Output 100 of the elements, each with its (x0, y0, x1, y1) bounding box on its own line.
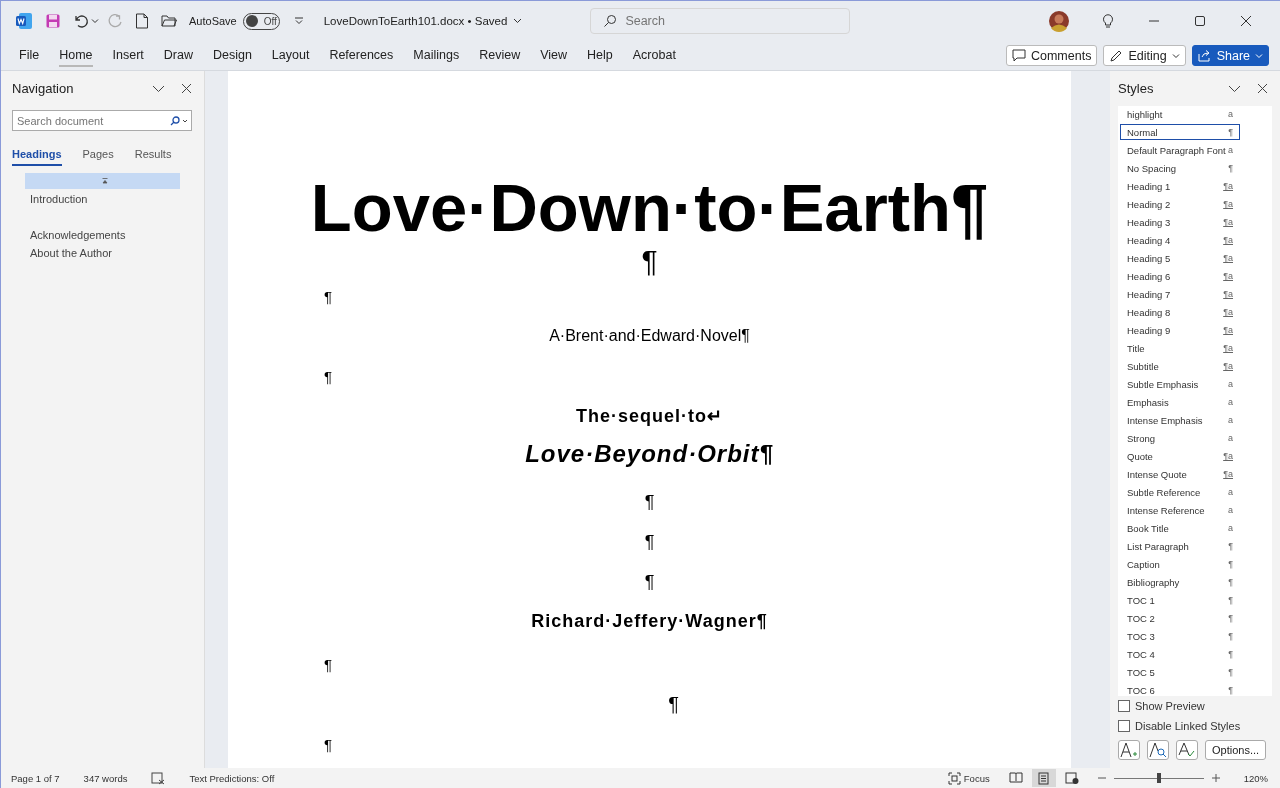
new-document-icon[interactable] (135, 13, 149, 29)
ribbon-tab[interactable]: Acrobat (632, 44, 676, 67)
heading-item[interactable]: Introduction (25, 191, 180, 207)
document-text: Richard·Jeffery·Wagner¶ (531, 610, 768, 632)
options-button[interactable]: Options... (1205, 740, 1267, 760)
style-item[interactable]: Strong a (1120, 430, 1240, 446)
close-icon[interactable] (181, 83, 192, 94)
ribbon-tab[interactable]: Layout (271, 44, 310, 67)
style-item[interactable]: Heading 8 ¶a (1120, 304, 1240, 320)
ribbon-tab[interactable]: Design (212, 44, 252, 67)
document-text: ¶ (641, 243, 658, 278)
style-item[interactable]: Caption ¶ (1120, 556, 1240, 572)
checkbox-label[interactable]: Show Preview (1135, 700, 1205, 712)
style-item[interactable]: TOC 2 ¶ (1120, 610, 1240, 626)
chevron-down-icon[interactable] (152, 84, 165, 93)
style-item[interactable]: Heading 7 ¶a (1120, 286, 1240, 302)
ribbon-tab[interactable]: File (19, 44, 40, 67)
style-item[interactable]: Book Title a (1120, 520, 1240, 536)
style-item[interactable]: Intense Reference a (1120, 502, 1240, 518)
style-item[interactable]: Heading 9 ¶a (1120, 322, 1240, 338)
ribbon-tab[interactable]: References (329, 44, 394, 67)
document-text: ¶ (644, 571, 655, 593)
pane-tab[interactable]: Results (134, 148, 172, 166)
maximize-icon[interactable] (1194, 15, 1206, 27)
manage-styles-button[interactable] (1176, 740, 1198, 760)
style-item[interactable]: Emphasis a (1120, 394, 1240, 410)
search-field[interactable]: Search (590, 8, 851, 34)
avatar-icon[interactable] (1048, 10, 1070, 32)
customize-caret-icon[interactable] (293, 17, 304, 25)
pane-tab[interactable]: Headings (12, 148, 62, 166)
focus-button[interactable]: Focus (947, 771, 990, 785)
ribbon-tab[interactable]: Review (479, 44, 521, 67)
word-logo-icon[interactable] (15, 12, 33, 30)
text-predictions-status[interactable]: Text Predictions: Off (189, 772, 275, 784)
style-item[interactable]: Title ¶a (1120, 340, 1240, 356)
style-item[interactable]: Intense Emphasis a (1120, 412, 1240, 428)
page-count[interactable]: Page 1 of 7 (11, 772, 60, 784)
checkbox[interactable] (1118, 720, 1130, 732)
close-icon[interactable] (1240, 15, 1252, 27)
style-item[interactable]: Subtitle ¶a (1120, 358, 1240, 374)
heading-item[interactable]: Acknowledgements (25, 227, 180, 243)
zoom-slider[interactable] (1113, 772, 1204, 784)
style-item[interactable]: Default Paragraph Font a (1120, 142, 1240, 158)
style-item[interactable]: No Spacing ¶ (1120, 160, 1240, 176)
undo-icon[interactable] (73, 13, 89, 29)
style-item[interactable]: Heading 5 ¶a (1120, 250, 1240, 266)
style-item[interactable]: TOC 3 ¶ (1120, 628, 1240, 644)
style-item[interactable]: Subtle Reference a (1120, 484, 1240, 500)
style-item[interactable]: TOC 4 ¶ (1120, 646, 1240, 662)
chevron-down-icon[interactable] (1228, 84, 1241, 93)
caret-icon[interactable] (91, 18, 99, 24)
focus-icon (947, 771, 961, 785)
ribbon-tab[interactable]: Help (587, 44, 613, 67)
style-item[interactable]: Subtle Emphasis a (1120, 376, 1240, 392)
ribbon-tab[interactable]: Draw (163, 44, 193, 67)
style-item[interactable]: Intense Quote ¶a (1120, 466, 1240, 482)
style-item[interactable]: TOC 6 ¶ (1120, 682, 1240, 696)
style-item[interactable]: Bibliography ¶ (1120, 574, 1240, 590)
zoom-in-icon[interactable] (1211, 774, 1220, 782)
heading-item[interactable]: About the Author (25, 245, 180, 261)
word-count[interactable]: 347 words (83, 772, 128, 784)
save-icon[interactable] (45, 13, 61, 29)
pencil-icon (1109, 48, 1124, 63)
style-item[interactable]: TOC 5 ¶ (1120, 664, 1240, 680)
zoom-level[interactable]: 120% (1243, 772, 1268, 784)
ribbon-tab[interactable]: Insert (112, 44, 144, 67)
style-inspector-button[interactable] (1147, 740, 1169, 760)
editing-button[interactable]: Editing (1103, 45, 1186, 66)
style-item[interactable]: Normal ¶ (1120, 124, 1240, 140)
filename-menu[interactable]: LoveDownToEarth101.docx • Saved (323, 15, 523, 27)
style-item[interactable]: Heading 6 ¶a (1120, 268, 1240, 284)
checkbox[interactable] (1118, 700, 1130, 712)
style-item[interactable]: highlight a (1120, 106, 1240, 122)
search-icon[interactable] (170, 116, 188, 126)
style-item[interactable]: Heading 4 ¶a (1120, 232, 1240, 248)
search-field[interactable]: Search document (12, 110, 192, 131)
proofing-icon[interactable] (151, 771, 166, 785)
style-item[interactable]: Heading 3 ¶a (1120, 214, 1240, 230)
document-text: ¶ (324, 367, 333, 385)
folder-icon[interactable] (161, 14, 177, 28)
document-text: ¶ (324, 655, 333, 673)
search-icon (603, 14, 618, 28)
new-style-button[interactable] (1118, 740, 1140, 760)
ribbon-tab[interactable]: View (540, 44, 568, 67)
collapse-icon[interactable] (102, 178, 108, 184)
share-button[interactable]: Share (1191, 45, 1269, 66)
document-text: ¶ (324, 287, 333, 305)
comments-button[interactable]: Comments (1005, 45, 1098, 66)
close-icon[interactable] (1257, 83, 1268, 94)
ribbon-tab[interactable]: Mailings (413, 44, 460, 67)
zoom-thumb[interactable] (1156, 773, 1161, 783)
pane-tab[interactable]: Pages (82, 148, 114, 166)
style-item[interactable]: TOC 1 ¶ (1120, 592, 1240, 608)
style-item[interactable]: Quote ¶a (1120, 448, 1240, 464)
lightbulb-icon[interactable] (1102, 13, 1114, 29)
style-item[interactable]: Heading 1 ¶a (1120, 178, 1240, 194)
checkbox-label[interactable]: Disable Linked Styles (1135, 720, 1241, 732)
style-item[interactable]: List Paragraph ¶ (1120, 538, 1240, 554)
style-item[interactable]: Heading 2 ¶a (1120, 196, 1240, 212)
ribbon-tab[interactable]: Home (59, 44, 93, 67)
